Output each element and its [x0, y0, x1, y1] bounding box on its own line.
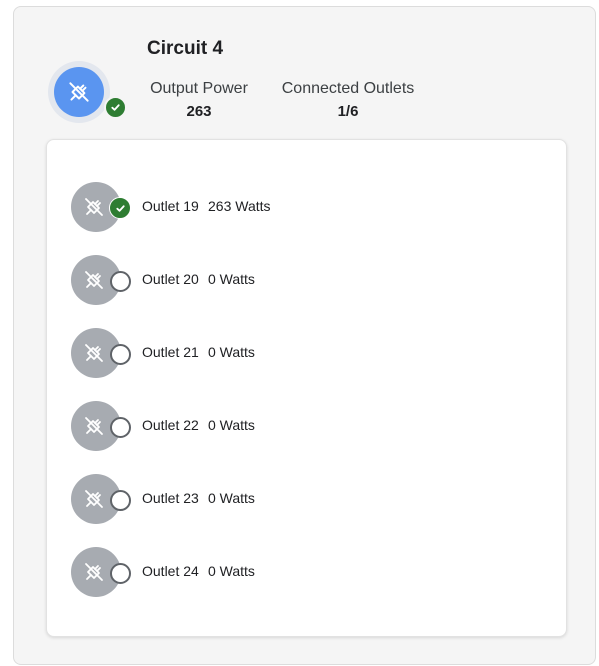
outlet-row[interactable]: Outlet 24 0 Watts: [71, 547, 371, 597]
circuit-icon-ring: [48, 61, 110, 123]
outlet-row[interactable]: Outlet 19 263 Watts: [71, 182, 371, 232]
outlet-name: Outlet 20: [142, 271, 199, 287]
outlet-list-panel: Outlet 19 263 Watts Outlet 20 0 Watts Ou…: [46, 139, 567, 637]
disconnected-circle-icon: [110, 563, 131, 584]
outlet-watts: 0 Watts: [208, 417, 255, 433]
connected-outlets-stat: Connected Outlets 1/6: [277, 80, 419, 120]
output-power-value: 263: [186, 103, 212, 120]
output-power-stat: Output Power 263: [142, 80, 256, 120]
connected-outlets-value: 1/6: [337, 103, 359, 120]
outlet-name: Outlet 23: [142, 490, 199, 506]
outlet-row[interactable]: Outlet 21 0 Watts: [71, 328, 371, 378]
connected-check-icon: [109, 197, 131, 219]
outlet-row[interactable]: Outlet 22 0 Watts: [71, 401, 371, 451]
outlet-row[interactable]: Outlet 20 0 Watts: [71, 255, 371, 305]
outlet-watts: 0 Watts: [208, 563, 255, 579]
outlet-name: Outlet 19: [142, 198, 199, 214]
outlet-watts: 0 Watts: [208, 344, 255, 360]
circuit-card: Circuit 4 Output Power 263 Connected Out…: [13, 6, 596, 665]
output-power-label: Output Power: [150, 80, 248, 97]
outlet-watts: 0 Watts: [208, 271, 255, 287]
disconnected-circle-icon: [110, 490, 131, 511]
outlet-name: Outlet 21: [142, 344, 199, 360]
connected-outlets-label: Connected Outlets: [281, 80, 415, 97]
outlet-row[interactable]: Outlet 23 0 Watts: [71, 474, 371, 524]
disconnected-circle-icon: [110, 271, 131, 292]
outlet-watts: 263 Watts: [208, 198, 271, 214]
disconnected-circle-icon: [110, 344, 131, 365]
outlet-name: Outlet 24: [142, 563, 199, 579]
outlet-name: Outlet 22: [142, 417, 199, 433]
disconnected-circle-icon: [110, 417, 131, 438]
plug-off-icon: [54, 67, 104, 117]
circuit-status-check-icon: [104, 96, 127, 119]
outlet-watts: 0 Watts: [208, 490, 255, 506]
circuit-icon-container: [48, 61, 127, 123]
circuit-title: Circuit 4: [147, 38, 224, 59]
